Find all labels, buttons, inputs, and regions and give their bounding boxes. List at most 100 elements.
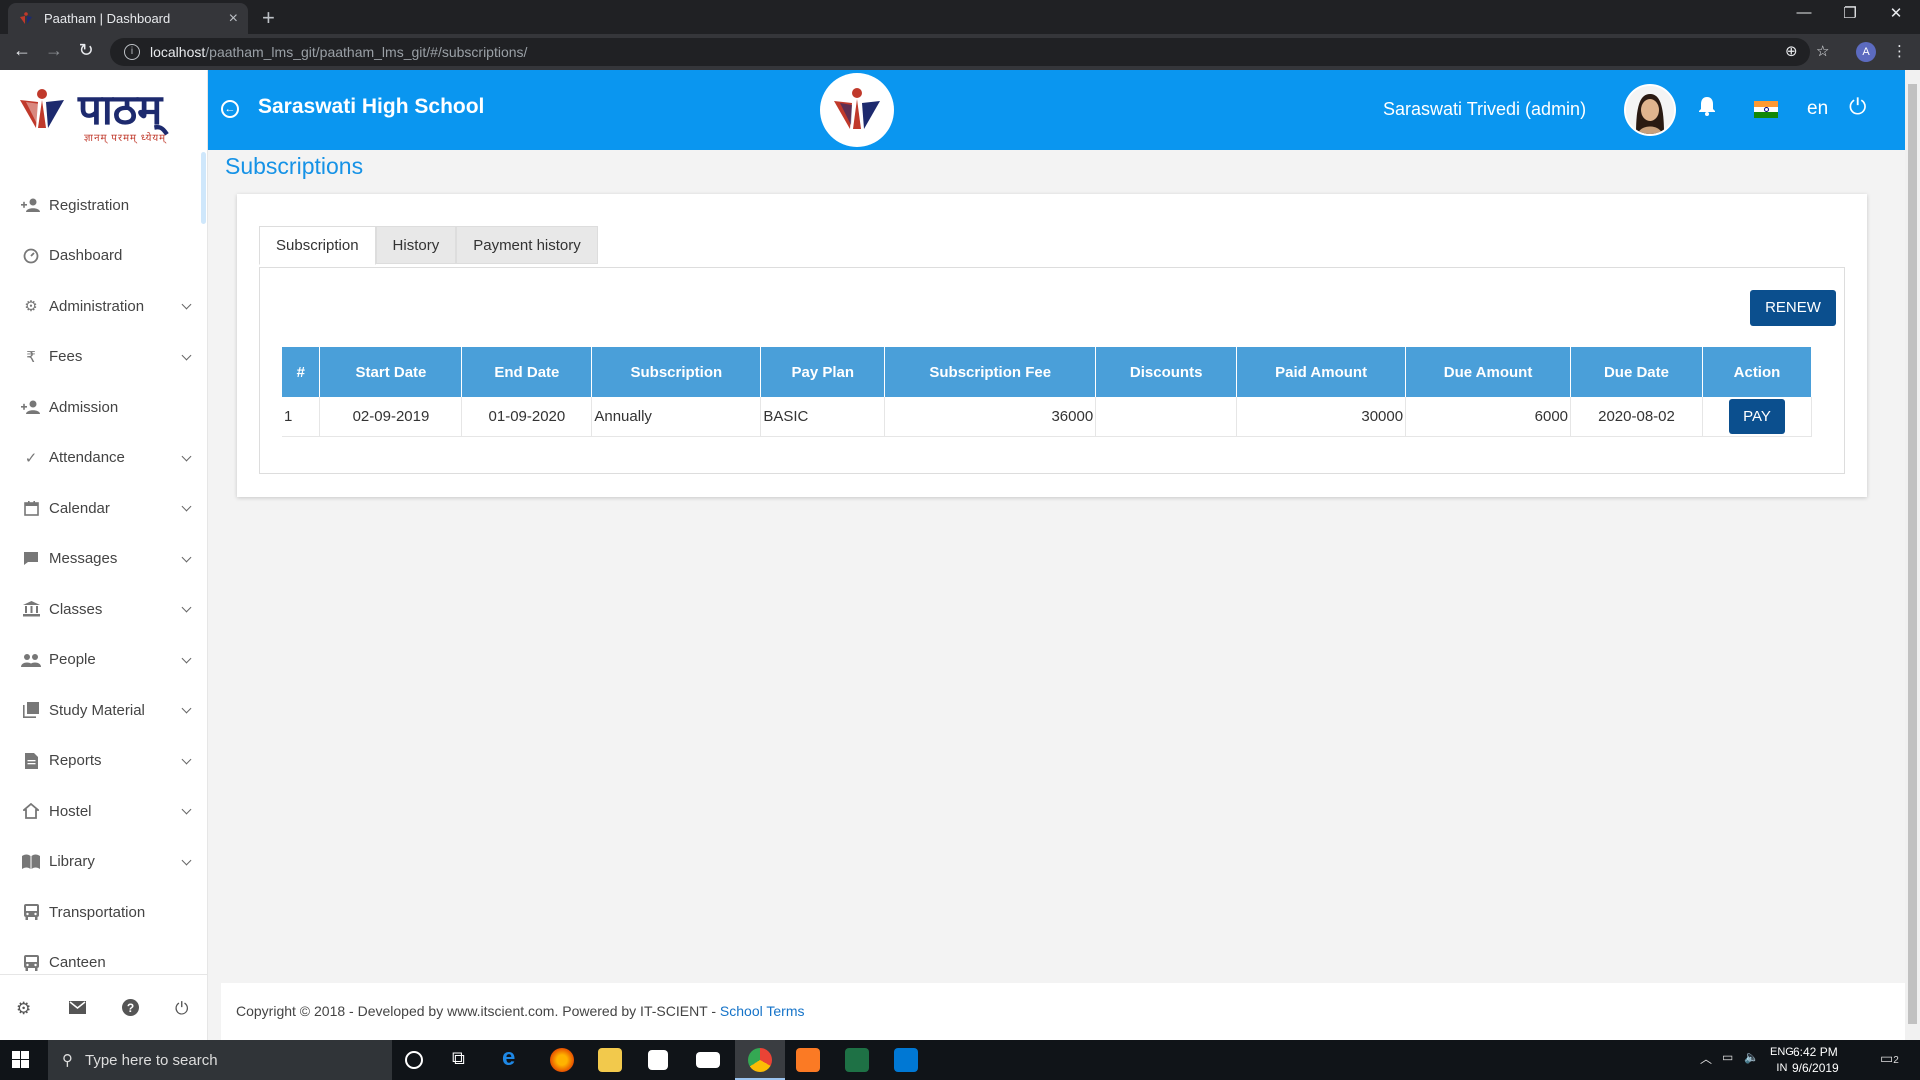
logout-power-icon[interactable]: ⏻	[175, 999, 188, 1019]
chevron-down-icon[interactable]	[181, 299, 192, 310]
settings-gear-icon[interactable]: ⚙	[16, 999, 31, 1019]
sidebar-item-label: Fees	[49, 348, 83, 366]
browser-menu-icon[interactable]: ⋮	[1892, 42, 1907, 60]
sidebar-item-calendar[interactable]: Calendar	[0, 483, 200, 534]
center-logo[interactable]	[820, 73, 894, 147]
chevron-down-icon[interactable]	[181, 350, 192, 360]
zoom-icon[interactable]: ⊕	[1785, 42, 1798, 60]
chevron-down-icon[interactable]	[181, 451, 192, 461]
tab-subscription[interactable]: Subscription	[259, 226, 376, 265]
address-bar[interactable]: i localhost/paatham_lms_git/paatham_lms_…	[110, 38, 1810, 66]
cell-due-date: 2020-08-02	[1570, 397, 1703, 437]
new-tab-button[interactable]: +	[262, 5, 275, 31]
language-selector[interactable]: en	[1807, 98, 1828, 120]
chevron-down-icon[interactable]	[181, 501, 192, 512]
bell-icon[interactable]	[1698, 96, 1716, 122]
tab-payment-history[interactable]: Payment history	[456, 226, 598, 264]
firefox-icon[interactable]	[550, 1048, 574, 1072]
close-window-icon[interactable]: ✕	[1876, 4, 1916, 22]
back-circle-icon[interactable]: ←	[221, 100, 239, 118]
column-header[interactable]: Due Amount	[1405, 347, 1572, 397]
column-header[interactable]: End Date	[461, 347, 593, 397]
minimize-icon[interactable]: —	[1784, 4, 1824, 21]
power-icon[interactable]: ⏻	[1849, 94, 1866, 120]
chevron-down-icon[interactable]	[181, 804, 192, 815]
sidebar-item-transportation[interactable]: Transportation	[0, 887, 200, 938]
chevron-down-icon[interactable]	[181, 855, 192, 865]
site-info-icon[interactable]: i	[124, 44, 140, 60]
taskbar-search[interactable]: ⚲ Type here to search	[48, 1040, 392, 1080]
column-header[interactable]: Paid Amount	[1236, 347, 1407, 397]
sidebar-item-registration[interactable]: Registration	[0, 180, 200, 231]
sidebar-item-dashboard[interactable]: Dashboard	[0, 231, 200, 282]
sidebar-item-administration[interactable]: ⚙ Administration	[0, 281, 200, 332]
pay-button[interactable]: PAY	[1728, 398, 1785, 434]
file-explorer-icon[interactable]	[598, 1048, 622, 1072]
sidebar-item-people[interactable]: People	[0, 635, 200, 686]
column-header[interactable]: Subscription	[591, 347, 762, 397]
page-scrollbar[interactable]	[1905, 70, 1920, 1040]
chevron-down-icon[interactable]	[181, 653, 192, 663]
tab-close-icon[interactable]: ×	[229, 10, 238, 28]
bookmark-star-icon[interactable]: ☆	[1816, 42, 1829, 60]
back-arrow-icon[interactable]: ←	[10, 40, 34, 61]
tab-history[interactable]: History	[375, 226, 457, 264]
sidebar-item-messages[interactable]: Messages	[0, 534, 200, 585]
home-icon	[20, 802, 42, 820]
user-name[interactable]: Saraswati Trivedi (admin)	[1383, 99, 1586, 120]
profile-avatar[interactable]: A	[1856, 42, 1876, 62]
sidebar-item-attendance[interactable]: ✓ Attendance	[0, 433, 200, 484]
india-flag-icon[interactable]	[1754, 101, 1778, 118]
sidebar-item-classes[interactable]: Classes	[0, 584, 200, 635]
chevron-down-icon[interactable]	[181, 703, 192, 714]
mail-app-icon[interactable]	[696, 1052, 720, 1068]
column-header[interactable]: #	[282, 347, 321, 397]
column-header[interactable]: Action	[1702, 347, 1813, 397]
sidebar-item-hostel[interactable]: Hostel	[0, 786, 200, 837]
chevron-down-icon[interactable]	[181, 552, 192, 562]
column-header[interactable]: Due Date	[1570, 347, 1703, 397]
chrome-icon[interactable]	[748, 1048, 772, 1072]
school-terms-link[interactable]: School Terms	[720, 1003, 805, 1019]
reload-icon[interactable]: ↻	[74, 40, 98, 61]
column-header[interactable]: Pay Plan	[760, 347, 886, 397]
sidebar-item-library[interactable]: Library	[0, 837, 200, 888]
restore-icon[interactable]: ❐	[1830, 4, 1870, 22]
excel-icon[interactable]	[845, 1048, 869, 1072]
notification-center-icon[interactable]: ▭2	[1880, 1050, 1899, 1067]
help-icon[interactable]: ?	[122, 999, 139, 1021]
xampp-icon[interactable]	[796, 1048, 820, 1072]
forward-arrow-icon[interactable]: →	[42, 40, 66, 61]
volume-icon[interactable]: 🔈	[1744, 1050, 1759, 1064]
sidebar-scrollbar[interactable]	[201, 152, 206, 224]
sidebar-item-admission[interactable]: Admission	[0, 382, 200, 433]
rupee-icon: ₹	[26, 348, 36, 366]
mail-icon[interactable]	[69, 999, 86, 1019]
chevron-down-icon[interactable]	[181, 602, 192, 613]
task-view-icon[interactable]: ⧉	[452, 1048, 476, 1072]
store-icon[interactable]	[648, 1050, 668, 1070]
vscode-icon[interactable]	[894, 1048, 918, 1072]
cortana-icon[interactable]	[405, 1051, 423, 1069]
edge-browser-icon[interactable]: e	[502, 1044, 526, 1071]
sidebar-item-study-material[interactable]: Study Material	[0, 685, 200, 736]
taskbar-clock[interactable]: 6:42 PM 9/6/2019	[1792, 1044, 1839, 1076]
paatham-logo[interactable]: पाठम् ज्ञानम् परमम् ध्येयम्	[18, 80, 188, 144]
chevron-down-icon[interactable]	[181, 754, 192, 764]
scrollbar-thumb[interactable]	[1908, 84, 1917, 1024]
people-icon	[20, 651, 42, 669]
sidebar-item-reports[interactable]: Reports	[0, 736, 200, 787]
sidebar-item-fees[interactable]: ₹ Fees	[0, 332, 200, 383]
avatar[interactable]	[1624, 84, 1676, 136]
column-header[interactable]: Discounts	[1095, 347, 1238, 397]
renew-button[interactable]: RENEW	[1750, 290, 1836, 326]
input-language[interactable]: ENG IN	[1770, 1044, 1794, 1076]
column-header[interactable]: Start Date	[319, 347, 463, 397]
column-header[interactable]: Subscription Fee	[884, 347, 1097, 397]
network-icon[interactable]: ▭	[1722, 1050, 1733, 1064]
cell-discounts	[1095, 397, 1238, 437]
sidebar-item-label: Registration	[49, 196, 130, 214]
tray-chevron-up-icon[interactable]: ︿	[1700, 1050, 1712, 1067]
browser-tab[interactable]: Paatham | Dashboard ×	[8, 3, 248, 34]
windows-start-icon[interactable]	[12, 1051, 30, 1069]
